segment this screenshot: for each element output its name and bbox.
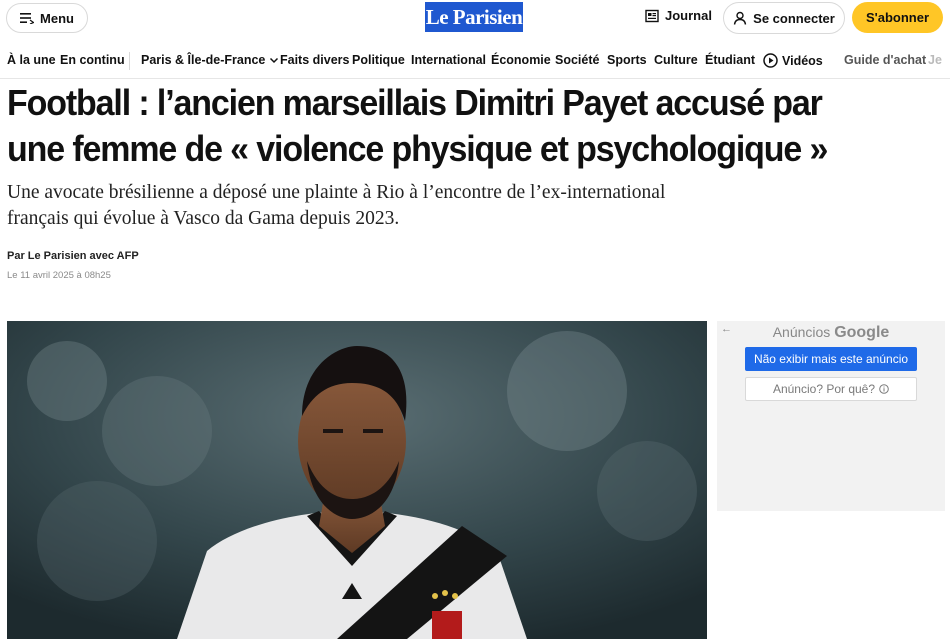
nav-item-societe[interactable]: Société	[555, 53, 599, 67]
nav-item-politique[interactable]: Politique	[352, 53, 405, 67]
nav-label: Étudiant	[705, 53, 755, 67]
why-ad-button[interactable]: Anúncio? Por quê?	[745, 377, 917, 401]
nav-item-culture[interactable]: Culture	[654, 53, 698, 67]
subscribe-label: S'abonner	[865, 10, 930, 25]
nav-label: Vidéos	[782, 53, 823, 68]
journal-label: Journal	[665, 8, 712, 23]
nav-label: International	[411, 53, 487, 67]
chevron-down-icon	[270, 57, 279, 64]
nav-item-international[interactable]: International	[411, 53, 486, 67]
nav-item-en-continu[interactable]: En continu	[60, 53, 125, 67]
nav-label: Paris & Île-de-France	[141, 53, 266, 67]
nav-label: Sports	[607, 53, 647, 67]
nav-label: Société	[555, 53, 600, 67]
ad-panel: ← Anúncios Google Não exibir mais este a…	[717, 321, 945, 511]
article-byline[interactable]: Par Le Parisien avec AFP	[7, 250, 139, 262]
subscribe-button[interactable]: S'abonner	[852, 2, 943, 33]
article-title: Football : l’ancien marseillais Dimitri …	[7, 82, 828, 169]
player-photo-illustration	[7, 321, 707, 639]
menu-button[interactable]: Menu	[6, 3, 88, 33]
top-header: Menu Le Parisien Journal Se connecter S'…	[0, 0, 950, 40]
ad-header-prefix: Anúncios	[772, 324, 831, 340]
article-photo	[7, 321, 707, 639]
nav-item-faits-divers[interactable]: Faits divers	[280, 53, 349, 67]
hide-ad-label: Não exibir mais este anúncio	[753, 352, 909, 366]
le-parisien-logo[interactable]: Le Parisien	[425, 2, 523, 32]
nav-item-economie[interactable]: Économie	[491, 53, 551, 67]
article-lead: Une avocate brésilienne a déposé une pla…	[7, 182, 666, 229]
section-nav: À la une En continu Paris & Île-de-Franc…	[0, 44, 950, 79]
login-button[interactable]: Se connecter	[723, 2, 845, 34]
nav-label: Je	[928, 53, 942, 67]
nav-label: Guide d'achat	[844, 53, 927, 67]
nav-label: Économie	[491, 53, 551, 67]
article-date: Le 11 avril 2025 à 08h25	[7, 270, 111, 281]
journal-link[interactable]: Journal	[645, 8, 712, 23]
info-icon	[879, 384, 889, 394]
ad-header: Anúncios Google	[717, 324, 945, 342]
user-icon	[733, 11, 747, 25]
why-ad-label: Anúncio? Por quê?	[772, 382, 876, 396]
nav-item-je[interactable]: Je	[928, 53, 942, 67]
nav-item-paris-ile-de-france[interactable]: Paris & Île-de-France	[141, 53, 279, 67]
nav-divider	[129, 52, 130, 70]
menu-icon	[20, 13, 35, 24]
nav-label: Politique	[352, 53, 405, 67]
nav-item-sports[interactable]: Sports	[607, 53, 647, 67]
nav-item-a-la-une[interactable]: À la une	[7, 53, 56, 67]
nav-item-videos[interactable]: Vidéos	[763, 53, 823, 68]
newspaper-icon	[645, 9, 659, 22]
logo-text: Le Parisien	[425, 4, 523, 29]
nav-label: À la une	[7, 53, 56, 67]
google-logo-text: Google	[834, 324, 890, 341]
nav-item-etudiant[interactable]: Étudiant	[705, 53, 755, 67]
play-circle-icon	[763, 53, 778, 68]
nav-label: Faits divers	[280, 53, 350, 67]
login-label: Se connecter	[753, 10, 835, 26]
nav-label: Culture	[654, 53, 698, 67]
menu-label: Menu	[40, 10, 74, 26]
nav-label: En continu	[60, 53, 125, 67]
hide-ad-button[interactable]: Não exibir mais este anúncio	[745, 347, 917, 371]
nav-item-guide-achat[interactable]: Guide d'achat	[844, 53, 926, 67]
